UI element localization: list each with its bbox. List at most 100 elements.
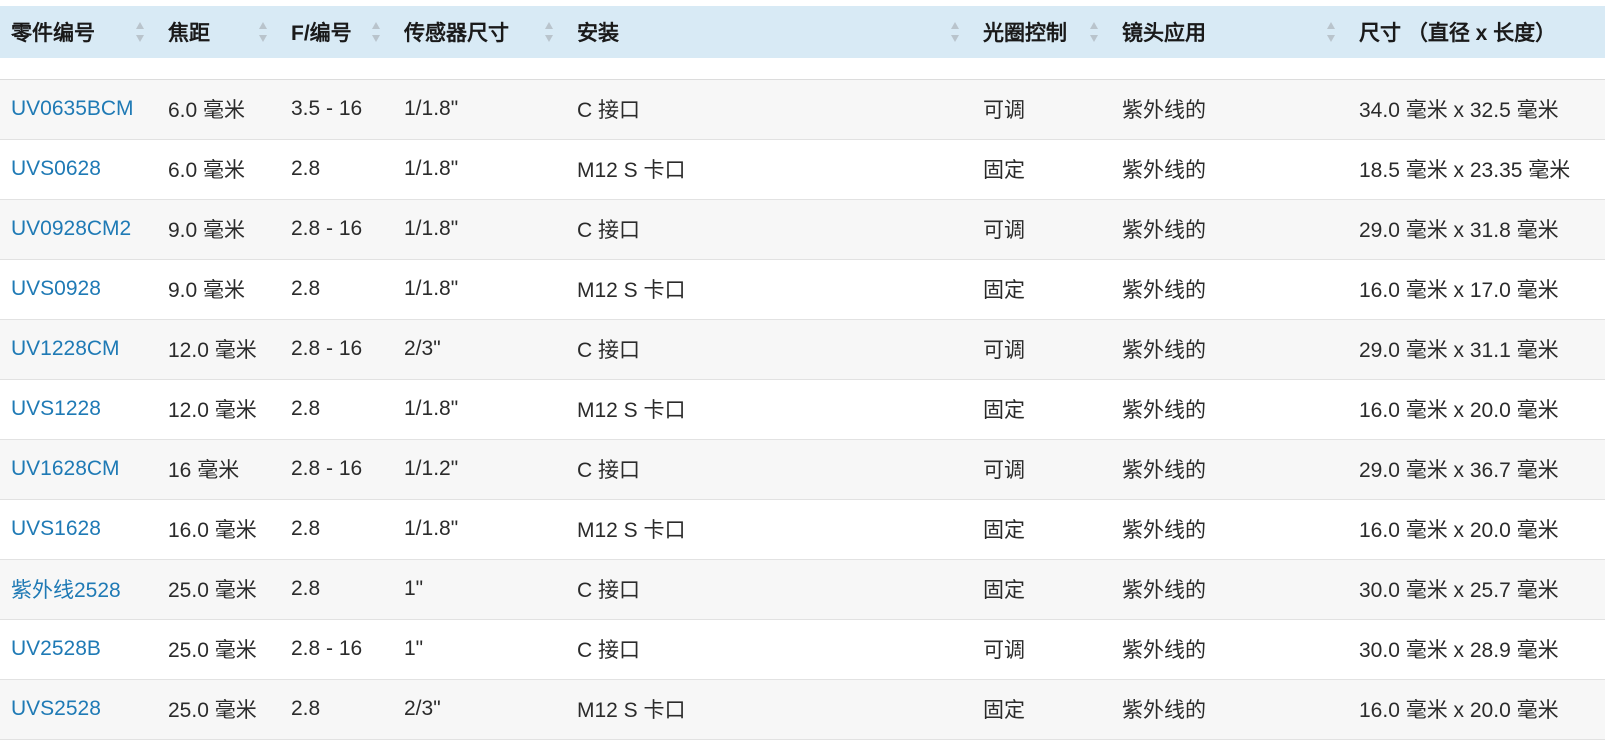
sensor-size-cell: 1/1.8"	[404, 277, 459, 300]
focal-length-cell: 9.0 毫米	[168, 279, 246, 302]
part-number-link[interactable]: UVS2528	[11, 697, 101, 720]
column-header-dimensions[interactable]: 尺寸 （直径 x 长度）	[1348, 6, 1605, 58]
dimensions-cell: 16.0 毫米 x 20.0 毫米	[1359, 399, 1559, 422]
sort-arrows-icon[interactable]	[135, 20, 145, 44]
f-number-cell: 2.8	[291, 697, 321, 720]
focal-length-cell: 16.0 毫米	[168, 519, 257, 542]
mount-cell: C 接口	[577, 219, 640, 242]
mount-cell: M12 S 卡口	[577, 399, 686, 422]
mount-cell: M12 S 卡口	[577, 519, 686, 542]
iris-control-cell: 固定	[983, 279, 1025, 302]
lens-application-cell: 紫外线的	[1122, 579, 1206, 602]
part-number-cell: UV0635BCM	[0, 79, 157, 139]
column-header-mount[interactable]: 安装	[566, 6, 972, 58]
mount-cell: M12 S 卡口	[577, 159, 686, 182]
mount-cell: C 接口	[577, 99, 640, 122]
part-number-cell: UVS1228	[0, 379, 157, 439]
column-header-sensor-size[interactable]: 传感器尺寸	[393, 6, 566, 58]
part-number-link[interactable]: UV0928CM2	[11, 217, 131, 240]
iris-control-cell: 可调	[983, 99, 1025, 122]
sensor-size-cell: 1/1.8"	[404, 217, 459, 240]
part-number-link[interactable]: UV1628CM	[11, 457, 120, 480]
column-header-label: 光圈控制	[983, 22, 1067, 45]
iris-control-cell: 固定	[983, 399, 1025, 422]
iris-control-cell: 可调	[983, 459, 1025, 482]
lens-application-cell: 紫外线的	[1122, 699, 1206, 722]
iris-control-cell: 可调	[983, 339, 1025, 362]
part-number-link[interactable]: UV1228CM	[11, 337, 120, 360]
part-number-link[interactable]: 紫外线2528	[11, 579, 121, 602]
iris-control-cell: 固定	[983, 579, 1025, 602]
sensor-size-cell: 2/3"	[404, 697, 441, 720]
sort-arrows-icon[interactable]	[544, 20, 554, 44]
part-number-link[interactable]: UVS1628	[11, 517, 101, 540]
lens-application-cell: 紫外线的	[1122, 99, 1206, 122]
sort-arrows-icon[interactable]	[1326, 20, 1336, 44]
part-number-link[interactable]: UV2528B	[11, 637, 101, 660]
mount-cell: C 接口	[577, 579, 640, 602]
mount-cell: C 接口	[577, 339, 640, 362]
dimensions-cell: 29.0 毫米 x 36.7 毫米	[1359, 459, 1559, 482]
part-number-cell: UV1628CM	[0, 439, 157, 499]
focal-length-cell: 6.0 毫米	[168, 99, 246, 122]
table-row: UVS0628 6.0 毫米 2.8 1/1.8" M12 S 卡口 固定 紫外线的 18.5…	[0, 139, 1605, 199]
sort-arrows-icon[interactable]	[258, 20, 268, 44]
table-header-row: 零件编号 焦距 F/编号 传感器尺寸 安装 光圈控制 镜头应用 尺寸 （直径 x 长度）	[0, 6, 1605, 58]
table-row: UV2528B 25.0 毫米 2.8 - 16 1" C 接口 可调 紫外线的 30.0 毫…	[0, 619, 1605, 679]
column-header-label: 安装	[577, 22, 619, 45]
f-number-cell: 2.8	[291, 157, 321, 180]
lens-application-cell: 紫外线的	[1122, 519, 1206, 542]
mount-cell: C 接口	[577, 459, 640, 482]
sensor-size-cell: 1/1.8"	[404, 157, 459, 180]
dimensions-cell: 29.0 毫米 x 31.8 毫米	[1359, 219, 1559, 242]
lens-application-cell: 紫外线的	[1122, 459, 1206, 482]
lens-application-cell: 紫外线的	[1122, 399, 1206, 422]
column-header-lens-application[interactable]: 镜头应用	[1111, 6, 1348, 58]
focal-length-cell: 12.0 毫米	[168, 339, 257, 362]
column-header-iris-control[interactable]: 光圈控制	[972, 6, 1111, 58]
dimensions-cell: 29.0 毫米 x 31.1 毫米	[1359, 339, 1559, 362]
focal-length-cell: 25.0 毫米	[168, 699, 257, 722]
sensor-size-cell: 2/3"	[404, 337, 441, 360]
column-header-focal-length[interactable]: 焦距	[157, 6, 280, 58]
iris-control-cell: 可调	[983, 639, 1025, 662]
column-header-f-number[interactable]: F/编号	[280, 6, 393, 58]
column-header-part-number[interactable]: 零件编号	[0, 6, 157, 58]
table-row: UVS0928 9.0 毫米 2.8 1/1.8" M12 S 卡口 固定 紫外线的 16.0…	[0, 259, 1605, 319]
f-number-cell: 2.8	[291, 397, 321, 420]
part-number-link[interactable]: UV0635BCM	[11, 97, 134, 120]
part-number-cell: 紫外线2528	[0, 559, 157, 619]
dimensions-cell: 34.0 毫米 x 32.5 毫米	[1359, 99, 1559, 122]
part-number-link[interactable]: UVS0628	[11, 157, 101, 180]
part-number-cell: UV2528B	[0, 619, 157, 679]
table-row: UV0635BCM 6.0 毫米 3.5 - 16 1/1.8" C 接口 可调 紫外线的 3…	[0, 79, 1605, 139]
focal-length-cell: 6.0 毫米	[168, 159, 246, 182]
sort-arrows-icon[interactable]	[1089, 20, 1099, 44]
f-number-cell: 2.8 - 16	[291, 457, 363, 480]
sensor-size-cell: 1"	[404, 577, 424, 600]
sort-arrows-icon[interactable]	[371, 20, 381, 44]
part-number-cell: UVS1628	[0, 499, 157, 559]
f-number-cell: 2.8 - 16	[291, 337, 363, 360]
column-header-label: 传感器尺寸	[404, 22, 509, 45]
part-number-link[interactable]: UVS1228	[11, 397, 101, 420]
focal-length-cell: 9.0 毫米	[168, 219, 246, 242]
sensor-size-cell: 1/1.8"	[404, 517, 459, 540]
iris-control-cell: 固定	[983, 159, 1025, 182]
sort-arrows-icon[interactable]	[950, 20, 960, 44]
mount-cell: C 接口	[577, 639, 640, 662]
lens-application-cell: 紫外线的	[1122, 219, 1206, 242]
part-number-link[interactable]: UVS0928	[11, 277, 101, 300]
f-number-cell: 2.8	[291, 277, 321, 300]
part-number-cell: UV0928CM2	[0, 199, 157, 259]
column-header-label: F/编号	[291, 22, 352, 45]
part-number-cell: UV1228CM	[0, 319, 157, 379]
f-number-cell: 2.8 - 16	[291, 217, 363, 240]
table-body: UV0635BCM 6.0 毫米 3.5 - 16 1/1.8" C 接口 可调 紫外线的 3…	[0, 79, 1605, 739]
part-number-cell: UVS0928	[0, 259, 157, 319]
column-header-label: 尺寸 （直径 x 长度）	[1359, 22, 1557, 45]
sensor-size-cell: 1"	[404, 637, 424, 660]
part-number-cell: UVS0628	[0, 139, 157, 199]
sensor-size-cell: 1/1.2"	[404, 457, 459, 480]
table-row: UVS1628 16.0 毫米 2.8 1/1.8" M12 S 卡口 固定 紫外线的 16.…	[0, 499, 1605, 559]
